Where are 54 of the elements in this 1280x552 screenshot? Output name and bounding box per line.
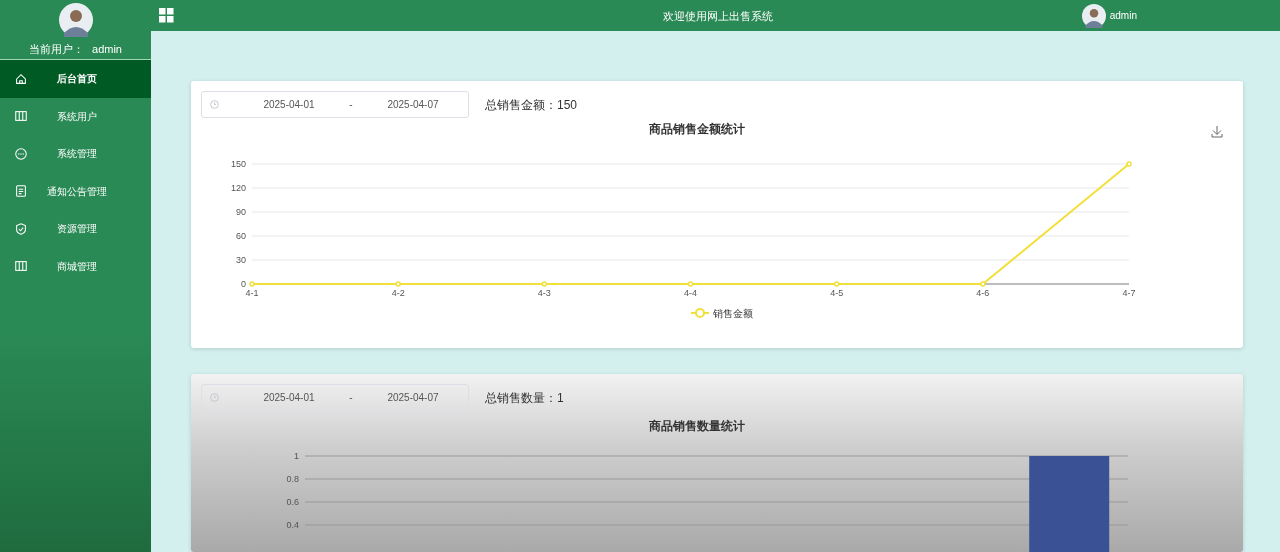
date-range-field[interactable]: 2025-04-01 - 2025-04-07 <box>201 384 469 411</box>
sidebar-item[interactable]: 通知公告管理 <box>0 172 151 210</box>
sidebar-item[interactable]: 系统用户 <box>0 97 151 135</box>
axis-label: 4-2 <box>391 288 405 298</box>
data-point <box>249 281 255 287</box>
data-point <box>980 281 986 287</box>
legend-label[interactable]: 销售金额 <box>713 308 753 319</box>
axis-label: 1 <box>294 451 299 461</box>
axis-label: 4-1 <box>245 288 259 298</box>
home-icon <box>14 71 28 86</box>
axis-label: 150 <box>230 159 246 169</box>
summary-text: 总销售金额：150 <box>485 96 578 114</box>
columns-icon <box>14 109 28 124</box>
axis-label: 4-6 <box>976 288 990 298</box>
legend-marker-icon[interactable] <box>690 308 710 318</box>
summary-text: 总销售数量：1 <box>485 389 564 407</box>
axis-label: 30 <box>236 255 246 265</box>
user-avatar <box>1081 3 1106 28</box>
data-point <box>541 281 548 287</box>
axis-label: 0.8 <box>286 474 299 484</box>
axis-label: 90 <box>236 207 246 217</box>
shield-icon <box>14 221 28 236</box>
sidebar-item[interactable]: 系统管理 <box>0 135 151 173</box>
sidebar-item[interactable]: 资源管理 <box>0 210 151 248</box>
data-point <box>833 281 840 287</box>
document-icon <box>14 184 28 199</box>
user-name[interactable]: admin <box>1109 8 1137 23</box>
axis-label: 4-4 <box>684 288 697 298</box>
current-user-label: 当前用户： <box>29 42 84 57</box>
page-title: 欢迎使用网上出售系统 <box>662 9 773 22</box>
chart-title: 商品销售金额统计 <box>649 122 745 136</box>
data-point <box>395 281 401 287</box>
grid-icon[interactable] <box>159 8 174 23</box>
axis-label: 0.4 <box>286 520 299 530</box>
date-range-field[interactable]: 2025-04-01 - 2025-04-07 <box>201 91 469 118</box>
sidebar-item[interactable]: 商城管理 <box>0 247 151 285</box>
current-user-name: admin <box>92 42 122 57</box>
chat-icon <box>14 146 28 161</box>
axis-label: 0 <box>241 279 246 289</box>
chart-title: 商品销售数量统计 <box>649 419 745 433</box>
clock-icon <box>210 100 219 109</box>
user-avatar <box>58 3 93 37</box>
download-icon[interactable] <box>1211 125 1223 138</box>
columns-icon <box>14 259 28 274</box>
axis-label: 4-5 <box>830 288 844 298</box>
data-point <box>687 281 694 287</box>
axis-label: 60 <box>236 231 246 241</box>
data-point <box>1126 161 1132 167</box>
clock-icon <box>210 393 219 402</box>
axis-label: 4-3 <box>537 288 551 298</box>
axis-label: 120 <box>230 183 246 193</box>
axis-label: 4-7 <box>1122 288 1136 298</box>
axis-label: 0.6 <box>286 497 299 507</box>
sidebar-item[interactable]: 后台首页 <box>0 60 151 98</box>
